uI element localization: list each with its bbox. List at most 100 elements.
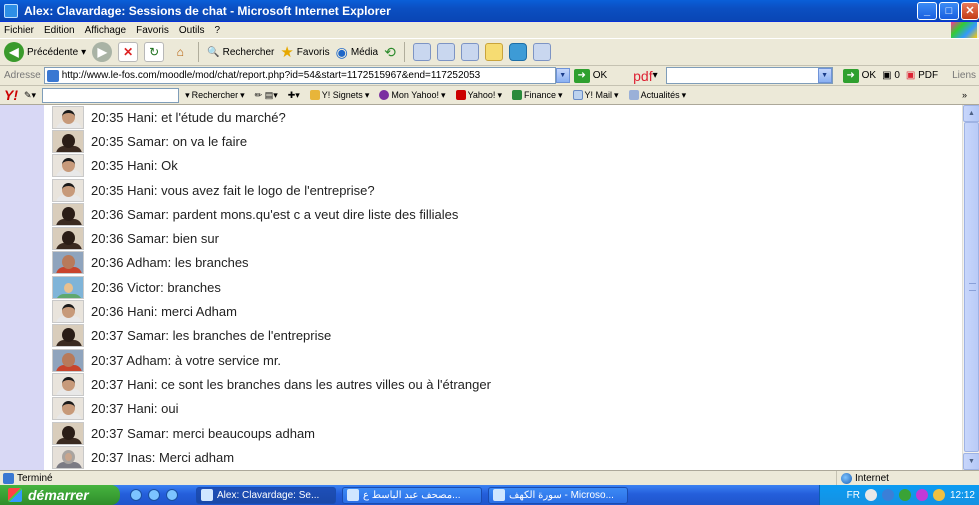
yahoo-logo[interactable]: Y! — [4, 87, 18, 103]
menu-affichage[interactable]: Affichage — [85, 25, 127, 36]
address-bar: Adresse http://www.le-fos.com/moodle/mod… — [0, 66, 979, 86]
tray-p-icon[interactable] — [915, 489, 928, 501]
folder-icon[interactable] — [484, 43, 503, 61]
vertical-scrollbar[interactable]: ▲ ▼ — [962, 105, 979, 470]
quick-launch-ie-icon[interactable] — [130, 489, 142, 501]
samar-avatar[interactable] — [52, 324, 84, 348]
pdf-button[interactable]: ▣ PDF — [906, 70, 938, 81]
research-icon[interactable] — [532, 43, 551, 61]
adham-avatar[interactable] — [52, 348, 84, 372]
scroll-down-button[interactable]: ▼ — [963, 453, 979, 470]
mail-icon[interactable] — [412, 43, 431, 61]
scroll-up-button[interactable]: ▲ — [963, 105, 979, 122]
quick-launch-icon[interactable] — [166, 489, 178, 501]
network-icon[interactable] — [864, 489, 877, 501]
window-titlebar[interactable]: Alex: Clavardage: Sessions de chat - Mic… — [0, 0, 979, 22]
menu-outils[interactable]: Outils — [179, 25, 205, 36]
menu-edition[interactable]: Edition — [44, 25, 75, 36]
chat-message-text: 20:35 Hani: Ok — [91, 158, 178, 174]
chat-message: 20:36 Samar: pardent mons.qu'est c a veu… — [52, 202, 491, 226]
links-label[interactable]: Liens — [952, 70, 976, 81]
yahoo-highlight-icon[interactable]: ✏ ▤▾ — [255, 90, 278, 101]
victor-avatar[interactable] — [52, 275, 84, 299]
edit-icon[interactable] — [460, 43, 479, 61]
yahoo-my-yahoo[interactable]: Mon Yahoo! ▾ — [379, 90, 446, 101]
close-button[interactable]: ✕ — [961, 2, 979, 20]
favorites-button[interactable]: ★ Favoris — [280, 43, 329, 61]
chat-message-text: 20:35 Hani: vous avez fait le logo de l'… — [91, 182, 375, 198]
hani-avatar[interactable] — [52, 397, 84, 421]
samar-avatar[interactable] — [52, 421, 84, 445]
yahoo-mail[interactable]: Y! Mail ▾ — [572, 90, 619, 101]
taskbar-item-quran[interactable]: مصحف عبد الباسط ع... — [342, 486, 482, 504]
yahoo-search-input[interactable] — [42, 87, 180, 103]
yahoo-search-button[interactable]: ▾ Rechercher ▾ — [185, 90, 245, 101]
media-icon: ◉ — [335, 43, 348, 60]
bluetooth-icon[interactable] — [881, 489, 894, 501]
samar-avatar[interactable] — [52, 227, 84, 251]
menu-fichier[interactable]: Fichier — [4, 25, 34, 36]
page-content: 20:35 Hani: et l'étude du marché? 20:35 S… — [0, 105, 962, 470]
chat-message-text: 20:36 Samar: pardent mons.qu'est c a veu… — [91, 206, 459, 222]
adham-avatar[interactable] — [52, 251, 84, 275]
pdf-dropdown-icon[interactable]: ▾ — [653, 70, 658, 81]
taskbar-item-ie[interactable]: Alex: Clavardage: Se... — [196, 486, 336, 504]
menu-help[interactable]: ? — [214, 25, 220, 36]
yahoo-bookmarks[interactable]: Y! Signets ▾ — [309, 90, 369, 101]
history-button[interactable]: ⟲ — [384, 44, 396, 61]
hani-avatar[interactable] — [52, 178, 84, 202]
messenger-tray-icon[interactable] — [932, 489, 945, 501]
user-icon[interactable] — [898, 489, 911, 501]
language-indicator[interactable]: FR — [847, 490, 860, 501]
chat-message: 20:36 Hani: merci Adham — [52, 299, 491, 324]
pdf-go-button[interactable]: ➜ OK — [842, 68, 876, 83]
address-input[interactable]: http://www.le-fos.com/moodle/mod/chat/re… — [43, 67, 556, 84]
search-icon: 🔍 — [207, 46, 220, 58]
mail-icon — [572, 90, 583, 100]
address-dropdown-icon[interactable]: ▼ — [555, 68, 570, 83]
hani-avatar[interactable] — [52, 372, 84, 396]
search-button[interactable]: 🔍 Rechercher — [207, 47, 274, 58]
chat-message: 20:36 Victor: branches — [52, 275, 491, 299]
home-button[interactable]: ⌂ — [170, 42, 190, 62]
avatar-body — [56, 293, 82, 298]
chat-message-text: 20:37 Samar: les branches de l'entrepris… — [91, 328, 332, 344]
pdf-toolbar-logo: pdf — [633, 67, 653, 84]
samar-avatar[interactable] — [52, 129, 84, 153]
window-controls: _ □ ✕ — [917, 2, 979, 20]
back-button[interactable]: ◀ Précédente ▾ — [4, 42, 86, 62]
toolbar-overflow-icon[interactable]: » — [962, 90, 967, 100]
media-button[interactable]: ◉ Média — [336, 44, 378, 61]
yahoo-news[interactable]: Actualités ▾ — [628, 90, 686, 101]
quick-launch-icon[interactable] — [148, 489, 160, 501]
refresh-button[interactable]: ↻ — [144, 42, 165, 62]
favorites-label: Favoris — [296, 46, 330, 58]
taskbar-item-kahf[interactable]: سورة الكهف - Microso... — [488, 486, 628, 504]
standard-toolbar: ◀ Précédente ▾ ▶ ✕ ↻ ⌂ 🔍 Rechercher ★ Fa… — [0, 38, 979, 66]
messenger-icon[interactable] — [508, 43, 527, 61]
avatar-head — [62, 109, 75, 124]
print-icon[interactable] — [436, 43, 455, 61]
minimize-button[interactable]: _ — [917, 2, 937, 20]
samar-avatar[interactable] — [52, 202, 84, 226]
maximize-button[interactable]: □ — [939, 2, 959, 20]
hani-avatar[interactable] — [52, 154, 84, 178]
inas-avatar[interactable] — [52, 445, 84, 469]
go-button[interactable]: ➜ OK — [573, 68, 607, 83]
avatar-head — [62, 182, 75, 197]
yahoo-popup-icon[interactable]: ✚▾ — [288, 90, 300, 101]
hani-avatar[interactable] — [52, 300, 84, 324]
hani-avatar[interactable] — [52, 105, 84, 129]
pdf-search-dropdown-icon[interactable]: ▼ — [817, 68, 832, 83]
stop-button[interactable]: ✕ — [118, 42, 139, 62]
menu-favoris[interactable]: Favoris — [136, 25, 169, 36]
start-button[interactable]: démarrer — [0, 485, 120, 505]
yahoo-finance[interactable]: Finance ▾ — [511, 90, 563, 101]
forward-button[interactable]: ▶ — [92, 42, 113, 62]
chat-transcript: 20:35 Hani: et l'étude du marché? 20:35 S… — [52, 105, 491, 470]
pdf-search-input[interactable]: ▼ — [665, 67, 833, 84]
counter-badge[interactable]: ▣ 0 — [882, 70, 900, 81]
yahoo-home[interactable]: Yahoo! ▾ — [455, 90, 502, 101]
scroll-thumb[interactable] — [964, 122, 979, 452]
pencil-icon[interactable]: ✎▾ — [24, 90, 36, 101]
